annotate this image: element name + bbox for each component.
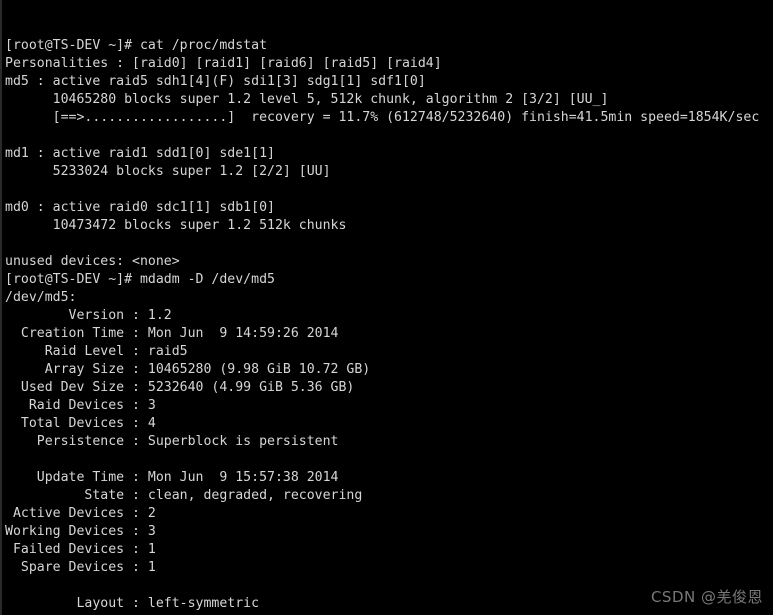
terminal-line: Creation Time : Mon Jun 9 14:59:26 2014	[5, 326, 339, 341]
terminal-line: Spare Devices : 1	[5, 560, 156, 575]
terminal-line: md0 : active raid0 sdc1[1] sdb1[0]	[5, 200, 275, 215]
terminal-line: md1 : active raid1 sdd1[0] sde1[1]	[5, 146, 275, 161]
terminal-line: Failed Devices : 1	[5, 542, 156, 557]
terminal-line: [root@TS-DEV ~]# mdadm -D /dev/md5	[5, 272, 275, 287]
terminal-line: Personalities : [raid0] [raid1] [raid6] …	[5, 56, 442, 71]
terminal-line: Version : 1.2	[5, 308, 172, 323]
terminal-line: md5 : active raid5 sdh1[4](F) sdi1[3] sd…	[5, 74, 426, 89]
terminal-line: Total Devices : 4	[5, 416, 156, 431]
terminal-line: Persistence : Superblock is persistent	[5, 434, 339, 449]
terminal-line: [==>..................] recovery = 11.7%…	[5, 110, 760, 125]
terminal-line: State : clean, degraded, recovering	[5, 488, 363, 503]
terminal-line: Active Devices : 2	[5, 506, 156, 521]
terminal-line: Raid Level : raid5	[5, 344, 188, 359]
terminal-line: Raid Devices : 3	[5, 398, 156, 413]
terminal-screen[interactable]: [root@TS-DEV ~]# cat /proc/mdstat Persona…	[2, 0, 773, 615]
terminal-line: Used Dev Size : 5232640 (4.99 GiB 5.36 G…	[5, 380, 355, 395]
terminal-line: Layout : left-symmetric	[5, 596, 260, 611]
terminal-output: [root@TS-DEV ~]# cat /proc/mdstat Persona…	[5, 37, 773, 615]
terminal-line: 10465280 blocks super 1.2 level 5, 512k …	[5, 92, 609, 107]
terminal-line: /dev/md5:	[5, 290, 77, 305]
terminal-line: Working Devices : 3	[5, 524, 156, 539]
terminal-line: Array Size : 10465280 (9.98 GiB 10.72 GB…	[5, 362, 371, 377]
terminal-line: 5233024 blocks super 1.2 [2/2] [UU]	[5, 164, 331, 179]
terminal-line: unused devices: <none>	[5, 254, 180, 269]
terminal-line: Update Time : Mon Jun 9 15:57:38 2014	[5, 470, 339, 485]
terminal-window[interactable]: [root@TS-DEV ~]# cat /proc/mdstat Persona…	[0, 0, 773, 615]
terminal-line: 10473472 blocks super 1.2 512k chunks	[5, 218, 347, 233]
terminal-line: [root@TS-DEV ~]# cat /proc/mdstat	[5, 38, 268, 53]
